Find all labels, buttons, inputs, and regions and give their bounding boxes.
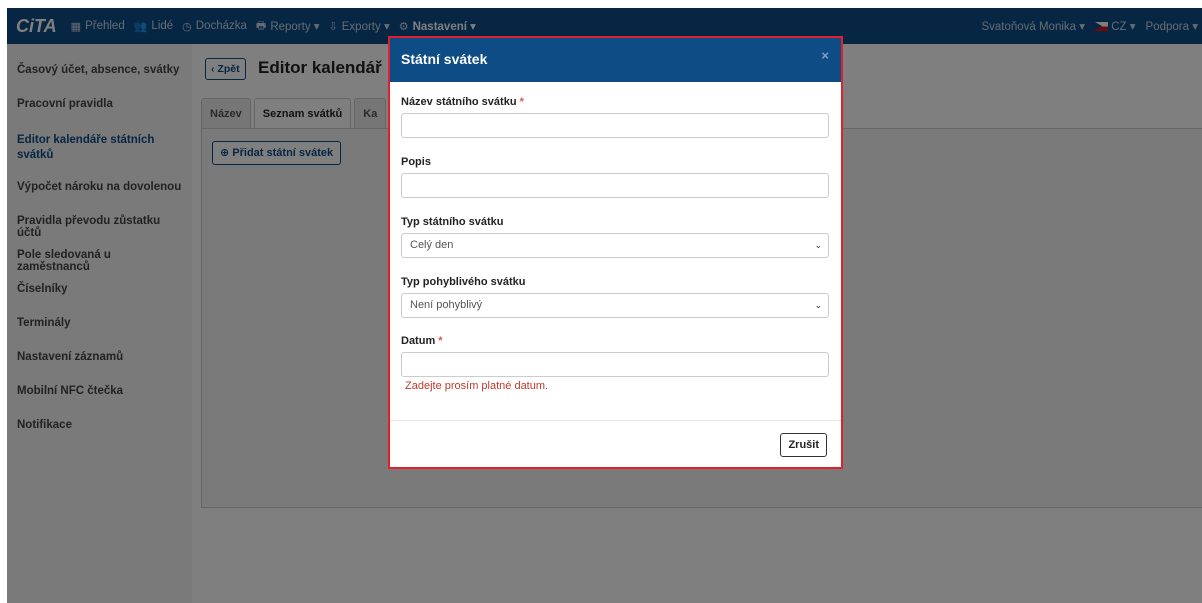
- movable-type-value: Není pohyblivý: [410, 299, 483, 311]
- date-label-text: Datum: [401, 335, 436, 347]
- description-label: Popis: [401, 156, 431, 168]
- description-input[interactable]: [401, 173, 829, 198]
- holiday-name-label: Název státního svátku *: [401, 96, 524, 108]
- holiday-type-value: Celý den: [410, 239, 454, 251]
- date-label: Datum *: [401, 335, 443, 347]
- app-frame: CiTA ▦ Přehled 👥 Lidé ◷ Docházka 🖶 Repor…: [7, 8, 1202, 603]
- movable-type-select[interactable]: Není pohyblivý ⌄: [401, 293, 829, 318]
- modal-footer-divider: [390, 420, 841, 421]
- holiday-name-input[interactable]: [401, 113, 829, 138]
- holiday-name-label-text: Název státního svátku: [401, 96, 517, 108]
- chevron-down-icon: ⌄: [814, 300, 822, 310]
- close-icon[interactable]: ×: [821, 48, 829, 63]
- holiday-modal: Státní svátek × Název státního svátku * …: [388, 36, 843, 469]
- holiday-type-select[interactable]: Celý den ⌄: [401, 233, 829, 258]
- date-input[interactable]: [401, 352, 829, 377]
- date-error-message: Zadejte prosím platné datum.: [405, 380, 549, 392]
- cancel-button[interactable]: Zrušit: [780, 433, 827, 457]
- holiday-type-label: Typ státního svátku: [401, 216, 504, 228]
- modal-title: Státní svátek: [401, 51, 488, 67]
- required-marker: *: [519, 96, 524, 108]
- required-marker: *: [438, 335, 443, 347]
- chevron-down-icon: ⌄: [814, 240, 822, 250]
- modal-header: Státní svátek ×: [390, 38, 841, 82]
- movable-type-label: Typ pohyblivého svátku: [401, 276, 526, 288]
